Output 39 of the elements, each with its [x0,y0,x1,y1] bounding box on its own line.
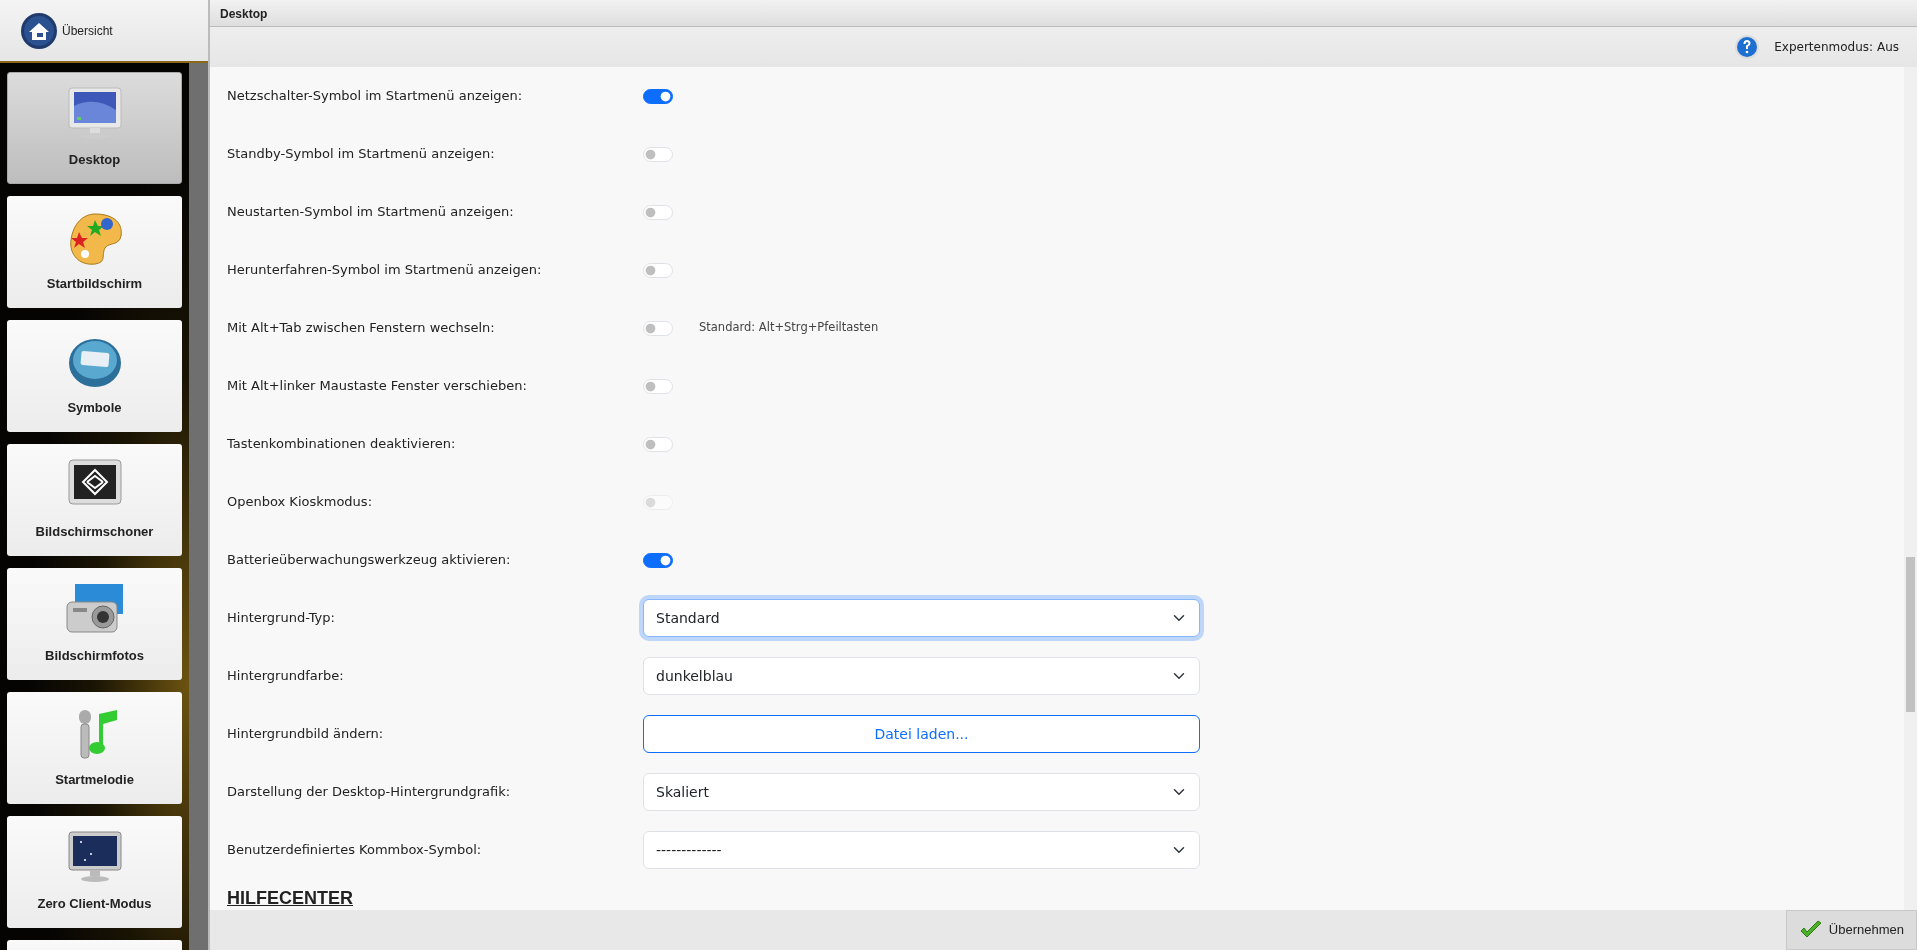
setting-label: Hintergrundbild ändern: [227,725,385,744]
sidebar-item[interactable]: Symbole [7,320,182,432]
dropdown[interactable]: Skaliert [643,773,1200,811]
sidebar-item[interactable]: Zero Client-Modus [7,816,182,928]
toggle-switch[interactable] [643,88,673,104]
toggle-switch[interactable] [643,552,673,568]
setting-label: Openbox Kioskmodus: [227,493,373,512]
home-icon [20,11,58,50]
setting-label: Hintergrund-Typ: [227,609,336,628]
sidebar-item[interactable]: Startbildschirm [7,196,182,308]
sidebar-scrollbar[interactable] [189,63,208,950]
setting-label: Benutzerdefiniertes Kommbox-Symbol: [227,841,483,860]
expert-mode-status: Expertenmodus: Aus [1774,39,1899,56]
setting-label: Mit Alt+linker Maustaste Fenster verschieben: [227,377,528,396]
setting-hint: Standard: Alt+Strg+Pfeiltasten [699,319,879,337]
setting-label: Batterieüberwachungswerkzeug aktivieren: [227,551,512,570]
setting-label: Netzschalter-Symbol im Startmenü anzeigen: [227,87,524,106]
setting-label: Standby-Symbol im Startmenü anzeigen: [227,145,496,164]
sidebar-item[interactable]: Desktop [7,72,182,184]
dropdown[interactable]: dunkelblau [643,657,1200,695]
sidebar-item[interactable]: Startmelodie [7,692,182,804]
setting-label: Darstellung der Desktop-Hintergrundgrafik: [227,783,512,802]
section-heading: HILFECENTER [227,887,354,910]
setting-label: Mit Alt+Tab zwischen Fenstern wechseln: [227,319,496,338]
sidebar-item[interactable]: Bildschirmfotos [7,568,182,680]
setting-label: Hintergrundfarbe: [227,667,345,686]
file-upload-button[interactable]: Datei laden... [643,715,1200,753]
dropdown[interactable]: ------------- [643,831,1200,869]
help-button[interactable] [1734,34,1761,60]
apply-button[interactable]: Übernehmen [1785,910,1917,950]
scrollbar[interactable] [1904,67,1917,910]
sidebar-item[interactable]: Bildschirmschoner [7,444,182,556]
setting-label: Neustarten-Symbol im Startmenü anzeigen: [227,203,515,222]
dropdown[interactable]: Standard [643,599,1200,637]
window-title: Desktop [210,0,1917,27]
help-icon [1734,34,1761,60]
checkmark-icon [1798,920,1823,940]
setting-label: Tastenkombinationen deaktivieren: [227,435,457,454]
setting-label: Herunterfahren-Symbol im Startmenü anzeigen: [227,261,543,280]
